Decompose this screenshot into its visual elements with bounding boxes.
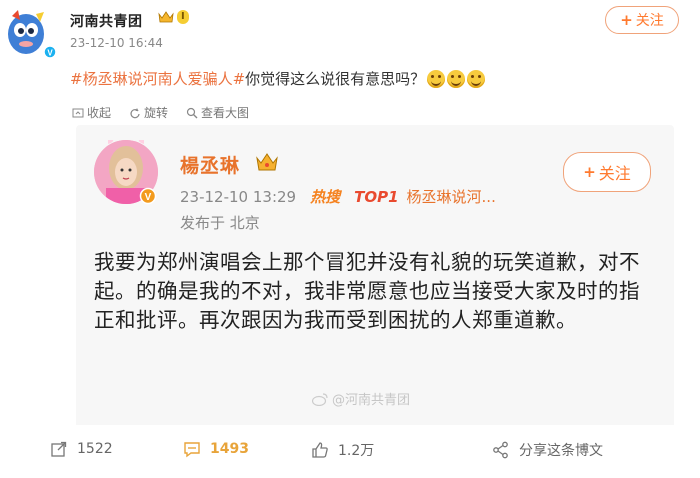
- repost-content: 我要为郑州演唱会上那个冒犯并没有礼貌的玩笑道歉，对不起。的确是我的不对，我非常愿…: [94, 250, 640, 332]
- grin-emoji-icon: [467, 69, 486, 88]
- mascot-avatar-icon: V: [8, 10, 57, 59]
- comment-icon: [184, 442, 200, 458]
- collapse-label: 收起: [87, 106, 112, 120]
- like-button[interactable]: 1.2万: [311, 440, 374, 460]
- svg-text:V: V: [145, 192, 152, 203]
- share-icon: [493, 441, 508, 459]
- grin-emoji-icon: [427, 69, 446, 88]
- rank-tag[interactable]: TOP1: [354, 188, 398, 206]
- collapse-icon: [72, 108, 84, 117]
- svg-text:V: V: [47, 49, 53, 58]
- author-badges: I: [158, 10, 189, 24]
- author-avatar[interactable]: V: [6, 10, 58, 59]
- view-large-button[interactable]: 查看大图: [186, 104, 249, 121]
- repost-meta-line: 23-12-10 13:29 热搜 TOP1 杨丞琳说河...: [180, 186, 496, 207]
- repost-avatar-icon: V: [94, 135, 158, 205]
- repost-author-avatar[interactable]: V: [94, 135, 158, 205]
- author-name[interactable]: 河南共青团: [70, 11, 143, 31]
- crown-icon: [256, 153, 278, 171]
- comment-count: 1493: [210, 441, 249, 457]
- repost-button[interactable]: 1522: [50, 440, 113, 458]
- grin-emoji-icon: [447, 69, 466, 88]
- follow-button[interactable]: + 关注: [605, 6, 679, 34]
- repost-follow-button[interactable]: + 关注: [563, 152, 651, 192]
- post-body: 你觉得这么说很有意思吗？: [245, 70, 426, 88]
- repost-author-name[interactable]: 楊丞琳: [180, 151, 240, 178]
- hot-search-tag[interactable]: 热搜: [310, 186, 340, 207]
- repost-icon: [51, 441, 67, 457]
- magnify-icon: [186, 107, 198, 118]
- repost-count: 1522: [77, 441, 113, 457]
- hashtag-link[interactable]: #杨丞琳说河南人爱骗人#: [70, 68, 245, 89]
- weibo-logo-icon: [312, 392, 328, 406]
- image-actions: 收起 旋转 查看大图: [72, 104, 249, 121]
- rotate-icon: [130, 107, 140, 118]
- post-time: 23-12-10 16:44: [70, 36, 163, 50]
- post-text: #杨丞琳说河南人爱骗人# 你觉得这么说很有意思吗？: [70, 68, 486, 89]
- share-label: 分享这条博文: [519, 443, 603, 459]
- collapse-button[interactable]: 收起: [72, 104, 111, 121]
- repost-time: 23-12-10 13:29: [180, 187, 297, 206]
- like-count: 1.2万: [338, 443, 375, 459]
- plus-icon: +: [583, 163, 596, 181]
- comment-button[interactable]: 1493: [183, 440, 249, 458]
- level-badge: I: [177, 10, 189, 24]
- view-large-label: 查看大图: [201, 106, 250, 120]
- repost-location: 发布于 北京: [180, 214, 260, 232]
- plus-icon: +: [620, 11, 633, 29]
- crown-icon: [158, 11, 174, 23]
- thumbs-up-icon: [312, 442, 328, 458]
- watermark: @河南共青团: [312, 389, 410, 408]
- follow-label: 关注: [598, 164, 631, 183]
- rotate-button[interactable]: 旋转: [129, 104, 168, 121]
- hot-topic-link[interactable]: 杨丞琳说河...: [407, 186, 496, 207]
- share-button[interactable]: 分享这条博文: [492, 440, 603, 460]
- rotate-label: 旋转: [144, 106, 169, 120]
- follow-label: 关注: [635, 13, 664, 29]
- watermark-text: @河南共青团: [332, 393, 411, 408]
